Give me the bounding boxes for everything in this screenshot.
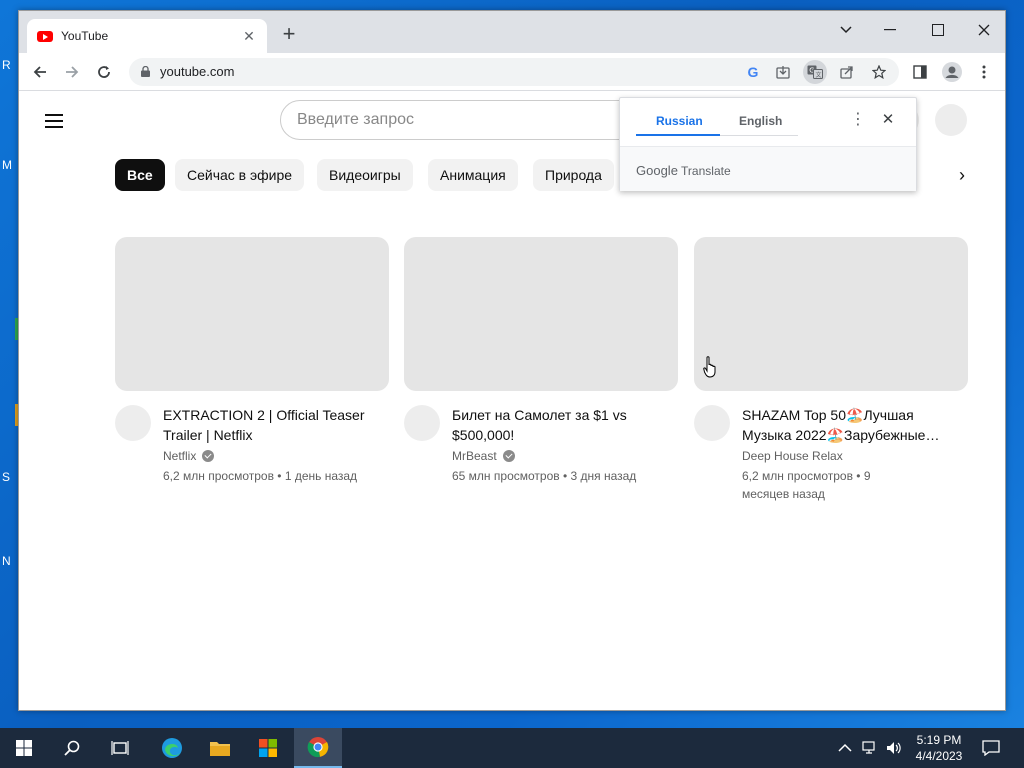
tab-close-icon[interactable]: ✕ [241, 28, 257, 45]
chip-animation[interactable]: Анимация [428, 159, 518, 191]
new-tab-button[interactable]: + [277, 23, 301, 47]
translate-options-icon[interactable]: ⋮ [848, 110, 868, 130]
chip-gaming[interactable]: Видеоигры [317, 159, 413, 191]
search-icon[interactable] [48, 728, 96, 768]
video-card[interactable]: SHAZAM Top 50🏖️Лучшая Музыка 2022🏖️Заруб… [694, 237, 968, 513]
hand-cursor-icon [703, 356, 716, 378]
video-title[interactable]: EXTRACTION 2 | Official Teaser Trailer |… [163, 405, 385, 445]
chip-nature[interactable]: Природа [533, 159, 614, 191]
translate-close-icon[interactable]: ✕ [878, 110, 898, 130]
channel-avatar[interactable] [404, 405, 440, 441]
reload-button[interactable] [91, 59, 117, 85]
translate-target-language-tab[interactable]: English [739, 114, 782, 128]
back-button[interactable] [27, 59, 53, 85]
translate-footer: Google Translate [620, 146, 916, 191]
tab-strip: YouTube ✕ + [19, 11, 1005, 53]
video-thumbnail[interactable] [694, 237, 968, 391]
video-thumbnail[interactable] [404, 237, 678, 391]
verified-badge-icon [502, 450, 515, 462]
google-translate-brand: Google Translate [636, 163, 731, 178]
forward-button[interactable] [59, 59, 85, 85]
chevron-right-icon[interactable]: › [951, 164, 973, 186]
volume-icon[interactable] [886, 728, 902, 768]
desktop-icon-fragment[interactable]: N [2, 554, 11, 568]
browser-toolbar: youtube.com G G文 [19, 53, 1005, 91]
video-stats: 65 млн просмотров • 3 дня назад [452, 469, 637, 483]
video-card[interactable]: EXTRACTION 2 | Official Teaser Trailer |… [115, 237, 389, 513]
channel-name[interactable]: MrBeast [452, 449, 515, 463]
microsoft-store-icon[interactable] [244, 728, 292, 768]
maximize-button[interactable] [923, 17, 953, 43]
video-card[interactable]: Билет на Самолет за $1 vs $500,000! MrBe… [404, 237, 678, 513]
download-icon[interactable] [771, 60, 795, 84]
svg-text:文: 文 [816, 71, 822, 79]
show-hidden-icons-icon[interactable] [838, 728, 852, 768]
chip-live[interactable]: Сейчас в эфире [175, 159, 305, 191]
google-lens-icon[interactable]: G [741, 60, 765, 84]
channel-avatar[interactable] [115, 405, 151, 441]
tab-divider [720, 135, 798, 136]
chrome-taskbar-icon[interactable] [294, 728, 342, 768]
clock-date: 4/4/2023 [915, 749, 963, 763]
account-avatar[interactable] [935, 104, 967, 136]
lock-icon[interactable] [141, 66, 150, 77]
video-title[interactable]: SHAZAM Top 50🏖️Лучшая Музыка 2022🏖️Заруб… [742, 405, 964, 445]
channel-name[interactable]: Netflix [163, 449, 215, 463]
edge-icon[interactable] [148, 728, 196, 768]
verified-badge-icon [202, 450, 215, 462]
guide-menu-icon[interactable] [45, 114, 63, 128]
channel-name[interactable]: Deep House Relax [742, 449, 843, 463]
taskbar-clock[interactable]: 5:19 PM 4/4/2023 [910, 732, 968, 764]
desktop-icon-fragment[interactable]: S [2, 470, 10, 484]
video-stats: 6,2 млн просмотров • 9 месяцев назад [742, 469, 871, 501]
channel-avatar[interactable] [694, 405, 730, 441]
notification-center-icon[interactable] [982, 728, 1000, 768]
video-thumbnail[interactable] [115, 237, 389, 391]
chip-all[interactable]: Все [115, 159, 165, 191]
tab-search-chevron-icon[interactable] [831, 17, 861, 43]
translate-page-icon[interactable]: G文 [803, 60, 827, 84]
video-title[interactable]: Билет на Самолет за $1 vs $500,000! [452, 405, 674, 445]
tab-youtube[interactable]: YouTube ✕ [27, 19, 267, 53]
active-tab-indicator [636, 134, 720, 136]
url-text[interactable]: youtube.com [160, 64, 234, 79]
tab-title: YouTube [61, 29, 109, 43]
translate-source-language-tab[interactable]: Russian [656, 114, 703, 128]
side-panel-icon[interactable] [907, 59, 933, 85]
search-input[interactable]: Введите запрос [280, 100, 640, 140]
brand-translate: Translate [681, 164, 731, 178]
channel-name-text[interactable]: Deep House Relax [742, 449, 843, 463]
channel-name-text[interactable]: MrBeast [452, 449, 497, 463]
youtube-favicon-icon [37, 30, 53, 42]
chrome-window: YouTube ✕ + youtube.com G G 文 Введите за… [18, 10, 1006, 711]
minimize-button[interactable] [875, 17, 905, 43]
windows-taskbar: 5:19 PM 4/4/2023 [0, 728, 1024, 768]
channel-name-text[interactable]: Netflix [163, 449, 196, 463]
close-window-button[interactable] [969, 17, 999, 43]
network-icon[interactable] [862, 728, 878, 768]
bookmark-star-icon[interactable] [867, 60, 891, 84]
address-bar[interactable]: youtube.com G G文 [129, 58, 899, 86]
brand-google: Google [636, 163, 678, 178]
task-view-icon[interactable] [96, 728, 144, 768]
more-menu-icon[interactable] [971, 59, 997, 85]
video-stats: 6,2 млн просмотров • 1 день назад [163, 469, 358, 483]
desktop-icon-fragment[interactable]: R [2, 58, 11, 72]
clock-time: 5:19 PM [916, 733, 962, 747]
file-explorer-icon[interactable] [196, 728, 244, 768]
start-button[interactable] [0, 728, 48, 768]
desktop-icon-fragment[interactable]: M [2, 158, 12, 172]
profile-avatar-icon[interactable] [939, 59, 965, 85]
translate-popup: Russian English ⋮ ✕ Google Translate [619, 97, 917, 191]
share-icon[interactable] [835, 60, 859, 84]
